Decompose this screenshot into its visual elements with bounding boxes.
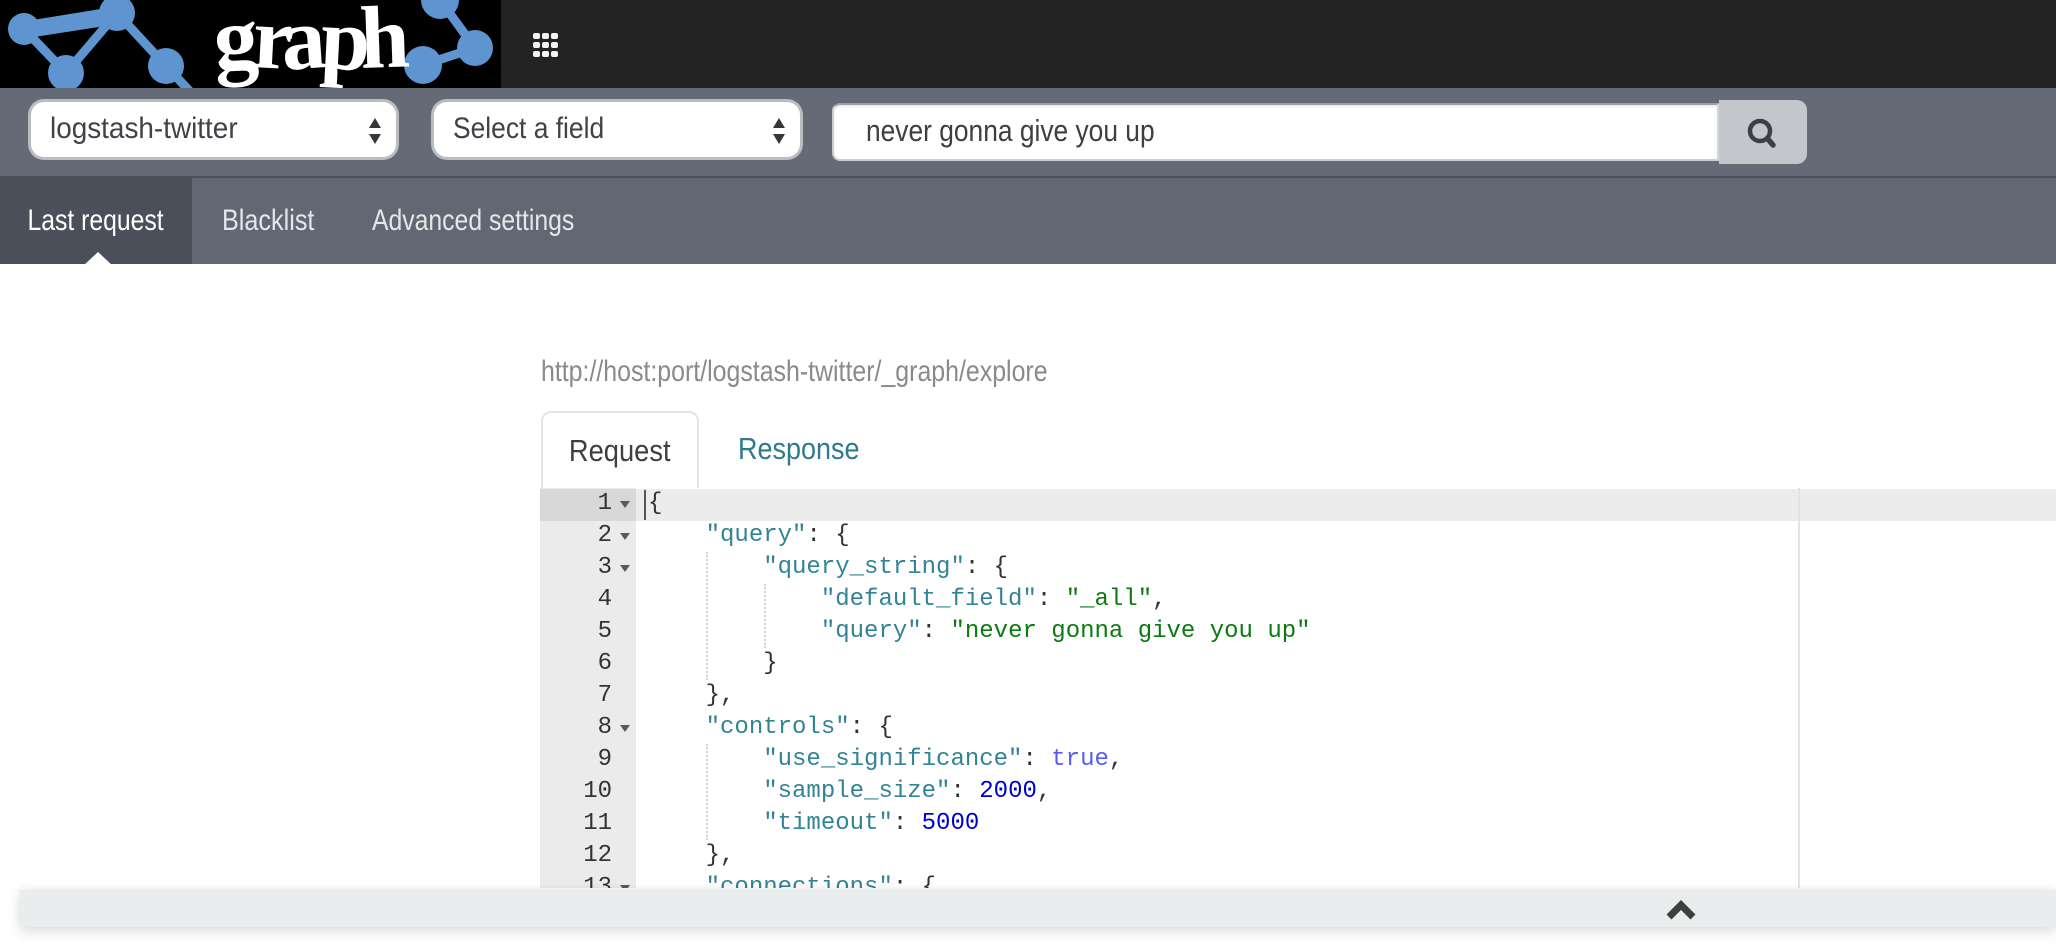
- svg-text:graph: graph: [211, 0, 411, 88]
